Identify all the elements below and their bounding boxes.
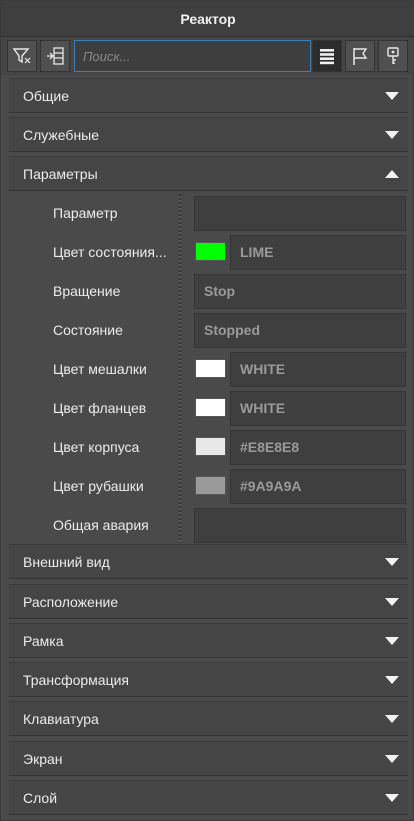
property-label: Цвет мешалки [53, 361, 147, 377]
flag-icon [353, 48, 368, 65]
section-transform[interactable]: Трансформация [9, 662, 408, 697]
list-view-button[interactable] [312, 40, 342, 72]
property-label: Цвет состояния... [53, 244, 167, 260]
section-label: Экран [23, 750, 63, 767]
property-row: Состояние Stopped [9, 311, 408, 350]
property-value-field[interactable]: LIME [230, 235, 406, 270]
property-label: Параметр [53, 205, 118, 221]
key-button[interactable] [378, 40, 408, 72]
color-swatch[interactable] [195, 476, 226, 495]
filter-button[interactable] [7, 40, 37, 72]
chevron-down-icon [385, 676, 399, 684]
section-label: Клавиатура [23, 710, 99, 727]
section-label: Общие [23, 87, 70, 104]
section-appearance[interactable]: Внешний вид [9, 544, 408, 579]
property-row: Цвет рубашки #9A9A9A [9, 467, 408, 506]
column-splitter[interactable] [179, 194, 182, 543]
chevron-down-icon [385, 92, 399, 100]
chevron-down-icon [385, 131, 399, 139]
property-row: Цвет состояния... LIME [9, 233, 408, 272]
filter-icon [12, 48, 31, 64]
sort-icon [47, 47, 64, 65]
section-layer[interactable]: Слой [9, 780, 408, 815]
chevron-up-icon [385, 170, 399, 178]
flag-button[interactable] [345, 40, 375, 72]
property-value-field[interactable]: #9A9A9A [230, 469, 406, 504]
parameters-grid: Параметр Цвет состояния... LIME Вращение… [9, 194, 408, 543]
property-value-field[interactable] [194, 196, 406, 231]
property-label: Общая авария [53, 517, 149, 533]
color-swatch[interactable] [195, 398, 226, 417]
section-frame[interactable]: Рамка [9, 623, 408, 658]
property-row: Цвет мешалки WHITE [9, 350, 408, 389]
chevron-down-icon [385, 794, 399, 802]
sort-button[interactable] [40, 40, 70, 72]
color-swatch[interactable] [195, 437, 226, 456]
section-label: Внешний вид [23, 553, 110, 570]
search-input[interactable] [74, 40, 311, 72]
chevron-down-icon [385, 598, 399, 606]
chevron-down-icon [385, 715, 399, 723]
section-label: Служебные [23, 126, 100, 143]
list-icon [320, 49, 334, 65]
property-value-field[interactable]: WHITE [230, 391, 406, 426]
property-label: Цвет рубашки [53, 478, 144, 494]
section-screen[interactable]: Экран [9, 741, 408, 776]
property-value-field[interactable] [194, 508, 406, 543]
section-parameters[interactable]: Параметры [9, 156, 408, 191]
properties-panel: Реактор Поиск... Общие Служебные Парамет… [0, 0, 414, 821]
section-layout[interactable]: Расположение [9, 584, 408, 619]
panel-title: Реактор [1, 1, 414, 37]
section-label: Рамка [23, 632, 64, 649]
section-label: Параметры [23, 165, 98, 182]
key-icon [387, 47, 399, 64]
chevron-down-icon [385, 558, 399, 566]
property-row: Цвет фланцев WHITE [9, 389, 408, 428]
property-label: Вращение [53, 283, 121, 299]
section-service[interactable]: Служебные [9, 117, 408, 152]
color-swatch[interactable] [195, 242, 226, 261]
property-value-field[interactable]: Stopped [194, 313, 406, 348]
property-label: Цвет корпуса [53, 439, 140, 455]
section-keyboard[interactable]: Клавиатура [9, 701, 408, 736]
property-value-field[interactable]: WHITE [230, 352, 406, 387]
property-value-field[interactable]: #E8E8E8 [230, 430, 406, 465]
section-label: Слой [23, 789, 58, 806]
property-row: Параметр [9, 194, 408, 233]
chevron-down-icon [385, 637, 399, 645]
property-row: Вращение Stop [9, 272, 408, 311]
color-swatch[interactable] [195, 359, 226, 378]
section-label: Трансформация [23, 671, 129, 688]
property-value-field[interactable]: Stop [194, 274, 406, 309]
section-label: Расположение [23, 593, 119, 610]
chevron-down-icon [385, 755, 399, 763]
property-row: Общая авария [9, 506, 408, 545]
property-row: Цвет корпуса #E8E8E8 [9, 428, 408, 467]
property-label: Состояние [53, 322, 123, 338]
section-general[interactable]: Общие [9, 78, 408, 113]
property-label: Цвет фланцев [53, 400, 147, 416]
